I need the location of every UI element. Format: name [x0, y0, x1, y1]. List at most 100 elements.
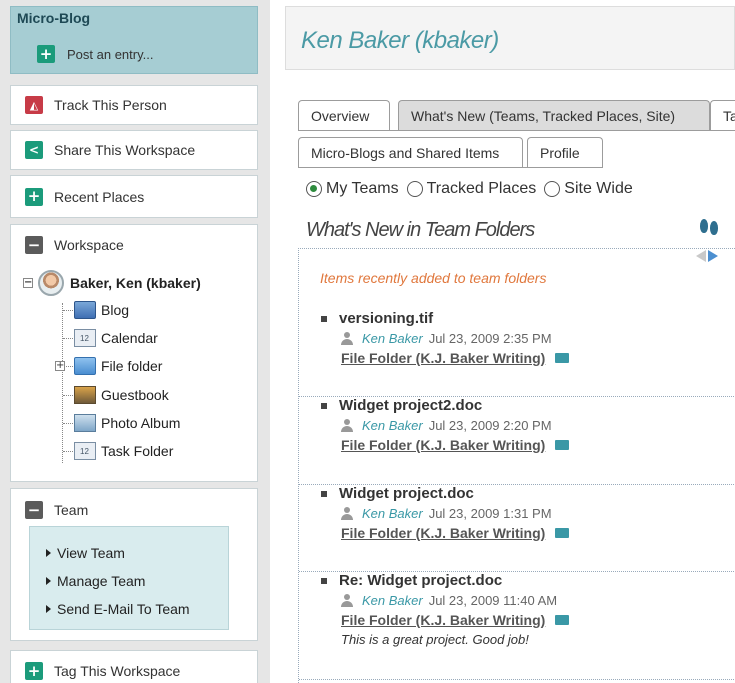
page-title: Ken Baker (kbaker)	[301, 27, 499, 54]
entry-title-text: versioning.tif	[339, 310, 434, 327]
tab-divider	[298, 167, 603, 168]
radio-icon	[544, 181, 561, 197]
entry-date: Jul 23, 2009 2:35 PM	[428, 331, 552, 346]
tree-item-calendar[interactable]: Calendar	[63, 327, 158, 349]
workspace-user-label: Baker, Ken (kbaker)	[70, 275, 201, 291]
workspace-header[interactable]: − Workspace	[25, 236, 124, 254]
tab-label: Profile	[540, 144, 580, 161]
workspace-panel: − Workspace − Baker, Ken (kbaker) Blog C…	[10, 224, 258, 482]
tab-label: Overview	[311, 107, 370, 124]
feed-note: Items recently added to team folders	[320, 270, 547, 286]
minus-icon: −	[25, 236, 43, 254]
author-link[interactable]: Ken Baker	[362, 331, 423, 346]
folder-link[interactable]: File Folder (K.J. Baker Writing)	[321, 350, 731, 366]
share-workspace-panel[interactable]: < Share This Workspace	[10, 130, 258, 170]
tab-truncated[interactable]: Ta	[710, 100, 735, 130]
post-entry-label: Post an entry...	[67, 46, 154, 62]
page-header: Ken Baker (kbaker)	[285, 6, 735, 70]
tree-item-task-folder[interactable]: Task Folder	[63, 440, 173, 462]
section-title: What's New in Team Folders	[306, 219, 535, 241]
bullet-icon	[321, 577, 327, 584]
tab-label: Micro-Blogs and Shared Items	[311, 144, 500, 161]
tree-item-label: Guestbook	[101, 387, 169, 403]
tab-overview[interactable]: Overview	[298, 100, 390, 130]
person-icon	[341, 593, 353, 608]
footprints-icon[interactable]	[699, 219, 721, 239]
entry-title-text: Widget project.doc	[339, 485, 474, 502]
folder-icon	[555, 528, 570, 538]
tag-workspace-label: Tag This Workspace	[54, 663, 181, 679]
tab-microblogs[interactable]: Micro-Blogs and Shared Items	[298, 137, 523, 167]
entry-title[interactable]: versioning.tif	[321, 310, 731, 327]
tree-item-photo-album[interactable]: Photo Album	[63, 412, 180, 434]
tree-item-label: Photo Album	[101, 415, 181, 431]
share-icon: <	[25, 141, 43, 159]
plus-icon: +	[25, 187, 43, 206]
folder-link[interactable]: File Folder (K.J. Baker Writing)	[321, 437, 731, 453]
team-title: Team	[54, 502, 89, 518]
entry-meta: Ken Baker Jul 23, 2009 2:35 PM	[321, 331, 731, 346]
author-link[interactable]: Ken Baker	[362, 506, 423, 521]
list-item: Re: Widget project.doc Ken Baker Jul 23,…	[321, 572, 731, 647]
expand-toggle[interactable]: +	[55, 361, 65, 371]
radio-icon	[406, 181, 423, 197]
folder-link[interactable]: File Folder (K.J. Baker Writing)	[321, 525, 731, 541]
tree-connector	[63, 450, 73, 452]
person-icon	[341, 418, 353, 433]
radio-selected-icon	[306, 181, 322, 197]
recent-places-panel[interactable]: + Recent Places	[10, 175, 258, 218]
folder-link-text: File Folder (K.J. Baker Writing)	[341, 350, 546, 366]
guestbook-icon	[74, 386, 96, 404]
track-person-label: Track This Person	[54, 97, 167, 113]
avatar	[38, 270, 64, 296]
calendar-icon	[74, 329, 96, 347]
team-menu: View Team Manage Team Send E-Mail To Tea…	[29, 526, 229, 630]
collapse-toggle[interactable]: −	[23, 278, 33, 288]
entry-meta: Ken Baker Jul 23, 2009 2:20 PM	[321, 418, 731, 433]
tag-workspace-panel[interactable]: + Tag This Workspace	[10, 650, 258, 683]
tab-whats-new[interactable]: What's New (Teams, Tracked Places, Site)	[398, 100, 710, 130]
email-team-link[interactable]: Send E-Mail To Team	[30, 595, 228, 623]
feed-panel: Items recently added to team folders ver…	[298, 248, 735, 683]
folder-icon	[555, 440, 570, 450]
entry-title[interactable]: Widget project.doc	[321, 485, 731, 502]
author-link[interactable]: Ken Baker	[362, 593, 423, 608]
tree-item-file-folder[interactable]: + File folder	[55, 355, 162, 377]
folder-link[interactable]: File Folder (K.J. Baker Writing)	[321, 612, 731, 628]
author-link[interactable]: Ken Baker	[362, 418, 423, 433]
person-icon	[341, 506, 353, 521]
entry-title[interactable]: Re: Widget project.doc	[321, 572, 731, 589]
tree-connector	[63, 394, 73, 396]
radio-site-wide[interactable]: Site Wide	[544, 180, 633, 198]
track-person-panel[interactable]: ◭ Track This Person	[10, 85, 258, 125]
bullet-icon	[321, 490, 327, 497]
folder-icon	[555, 615, 570, 625]
tab-profile[interactable]: Profile	[527, 137, 603, 167]
minus-icon: −	[25, 501, 43, 519]
entry-title[interactable]: Widget project2.doc	[321, 397, 731, 414]
tree-connector	[63, 422, 73, 424]
bullet-icon	[321, 315, 327, 322]
post-entry-link[interactable]: + Post an entry...	[37, 45, 153, 63]
entry-title-text: Re: Widget project.doc	[339, 572, 503, 589]
triangle-right-icon	[46, 577, 51, 585]
view-team-link[interactable]: View Team	[30, 539, 228, 567]
team-header[interactable]: − Team	[25, 501, 88, 519]
team-link-label: Send E-Mail To Team	[57, 601, 190, 617]
tree-item-blog[interactable]: Blog	[63, 299, 129, 321]
track-person-icon: ◭	[25, 96, 43, 114]
tab-label: Ta	[723, 107, 735, 124]
triangle-right-icon	[46, 549, 51, 557]
divider	[299, 679, 735, 680]
sidebar: Micro-Blog + Post an entry... ◭ Track Th…	[0, 0, 270, 683]
tree-item-guestbook[interactable]: Guestbook	[63, 384, 169, 406]
microblog-panel: Micro-Blog + Post an entry...	[10, 6, 258, 74]
radio-my-teams[interactable]: My Teams	[306, 180, 399, 198]
share-workspace-label: Share This Workspace	[54, 142, 196, 158]
tree-item-label: Blog	[101, 302, 130, 318]
workspace-user-node[interactable]: − Baker, Ken (kbaker)	[23, 270, 201, 296]
tree-item-label: Calendar	[101, 330, 158, 346]
radio-label: Tracked Places	[426, 180, 537, 197]
manage-team-link[interactable]: Manage Team	[30, 567, 228, 595]
radio-tracked-places[interactable]: Tracked Places	[406, 180, 537, 198]
